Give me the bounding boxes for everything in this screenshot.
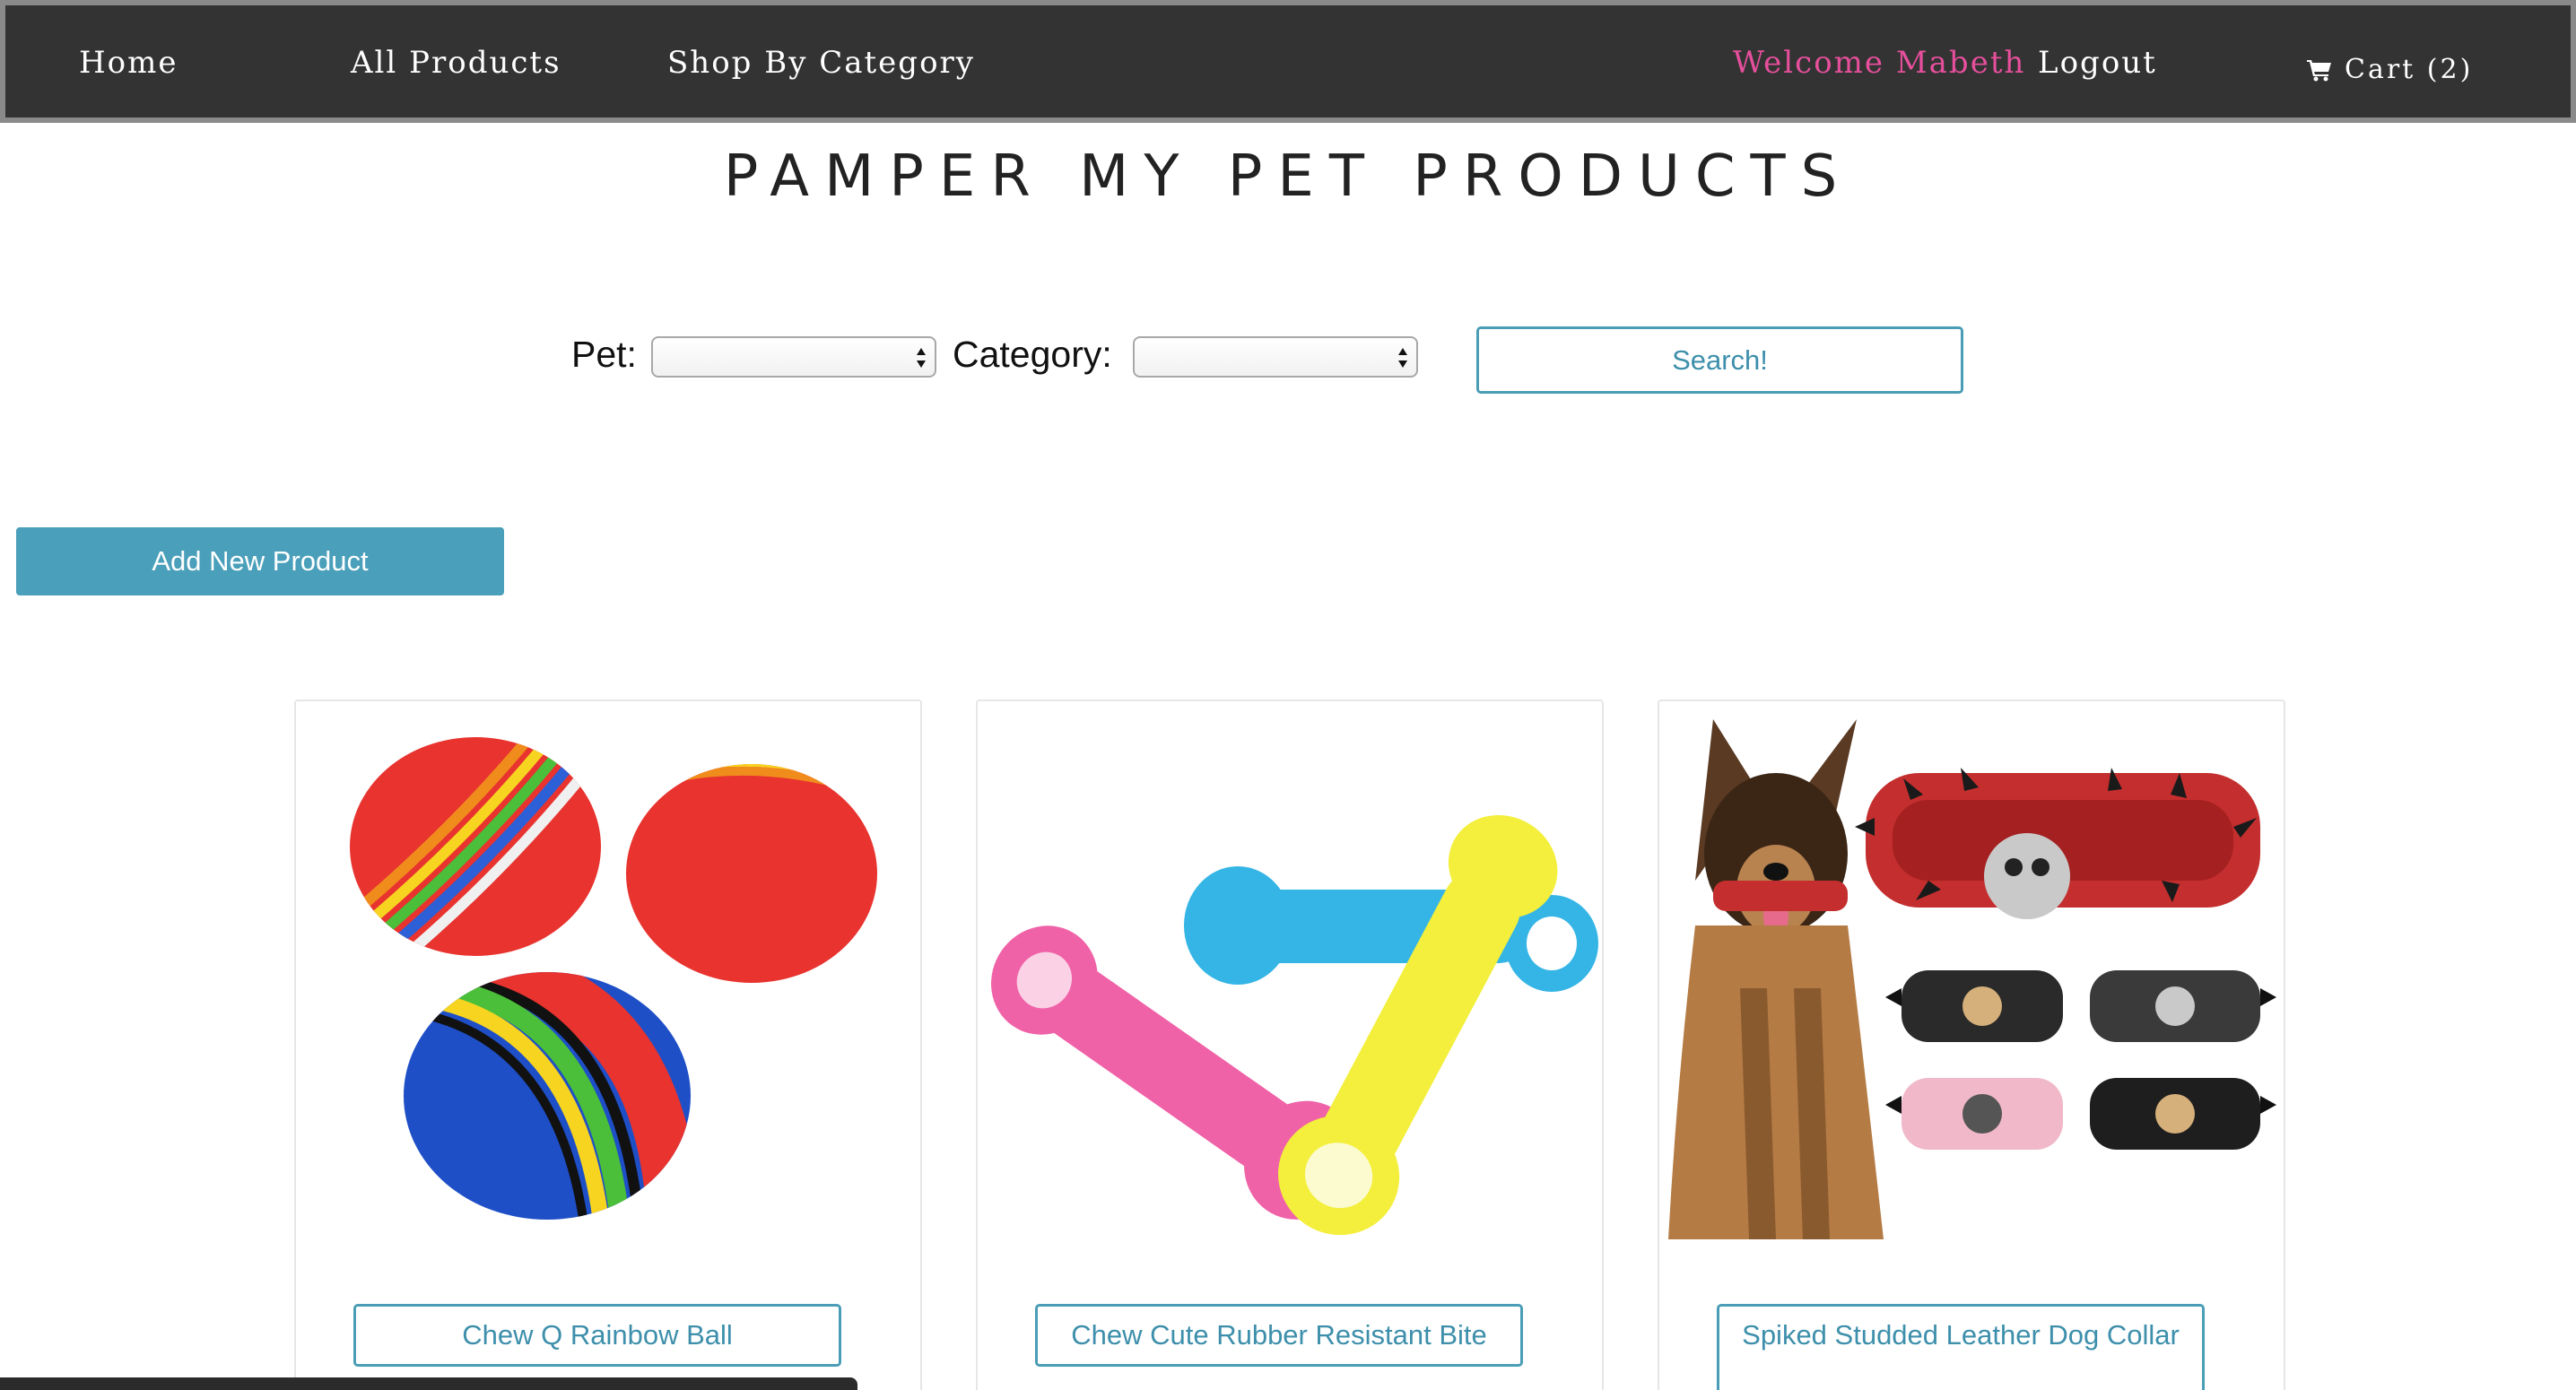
shopping-cart-icon (2307, 60, 2331, 82)
browser-status-bar (0, 1377, 857, 1390)
product-card: Spiked Studded Leather Dog Collar (1658, 699, 2285, 1390)
rainbow-balls-image[interactable] (296, 701, 920, 1239)
pet-select[interactable] (651, 336, 936, 378)
search-button[interactable]: Search! (1476, 326, 1963, 394)
product-card: Chew Cute Rubber Resistant Bite (976, 699, 1604, 1390)
nav-logout-link[interactable]: Logout (2038, 45, 2157, 81)
page-title: PAMPER MY PET PRODUCTS (723, 143, 1853, 210)
rubber-bone-toys-image[interactable] (978, 701, 1602, 1239)
category-label: Category: (953, 334, 1112, 375)
welcome-user-link[interactable]: Welcome Mabeth (1733, 45, 2025, 81)
nav-shop-by-category-link[interactable]: Shop By Category (667, 45, 975, 81)
nav-home-link[interactable]: Home (79, 45, 178, 81)
nav-all-products-link[interactable]: All Products (351, 45, 561, 81)
page: Home All Products Shop By Category Welco… (0, 0, 2576, 1390)
product-name-button[interactable]: Chew Cute Rubber Resistant Bite (1035, 1304, 1523, 1367)
product-card: Chew Q Rainbow Ball (294, 699, 922, 1390)
product-name-button[interactable]: Chew Q Rainbow Ball (353, 1304, 841, 1367)
top-navbar: Home All Products Shop By Category Welco… (0, 0, 2576, 123)
category-select[interactable] (1133, 336, 1418, 378)
add-new-product-button[interactable]: Add New Product (16, 527, 504, 595)
dog-spiked-collars-image[interactable] (1659, 701, 2284, 1239)
pet-label: Pet: (571, 334, 637, 375)
select-arrows-icon (1398, 348, 1407, 368)
cart-label: Cart (2) (2345, 54, 2474, 85)
product-name-button[interactable]: Spiked Studded Leather Dog Collar (1717, 1304, 2205, 1390)
nav-cart-link[interactable]: Cart (2) (2307, 54, 2473, 85)
select-arrows-icon (917, 348, 926, 368)
